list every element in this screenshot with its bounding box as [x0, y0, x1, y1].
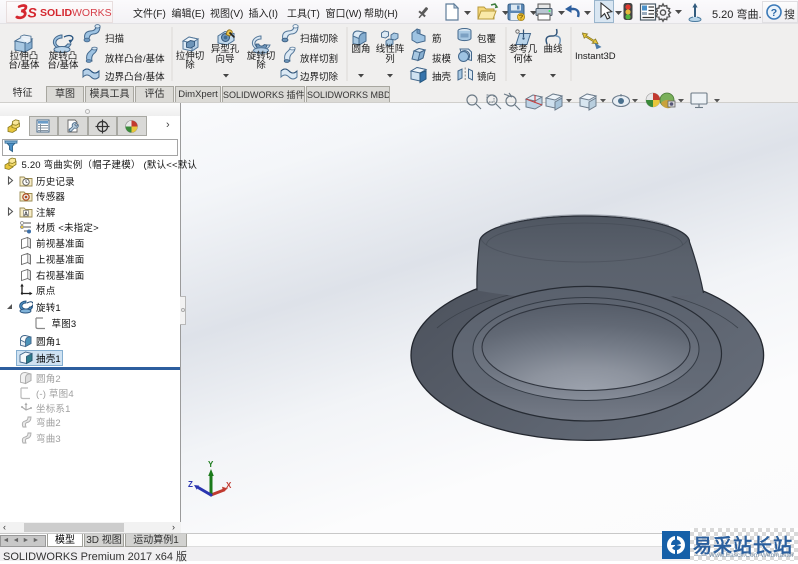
- svg-text:Z: Z: [188, 480, 193, 489]
- svg-text:?: ?: [519, 13, 524, 22]
- svg-text:WORKS: WORKS: [72, 7, 112, 19]
- svg-text:?: ?: [771, 7, 777, 19]
- svg-text:S: S: [28, 5, 38, 21]
- svg-text:SOLID: SOLID: [40, 7, 73, 19]
- svg-text:X: X: [226, 481, 232, 490]
- svg-text:A: A: [24, 211, 28, 217]
- svg-text:Y: Y: [208, 460, 214, 469]
